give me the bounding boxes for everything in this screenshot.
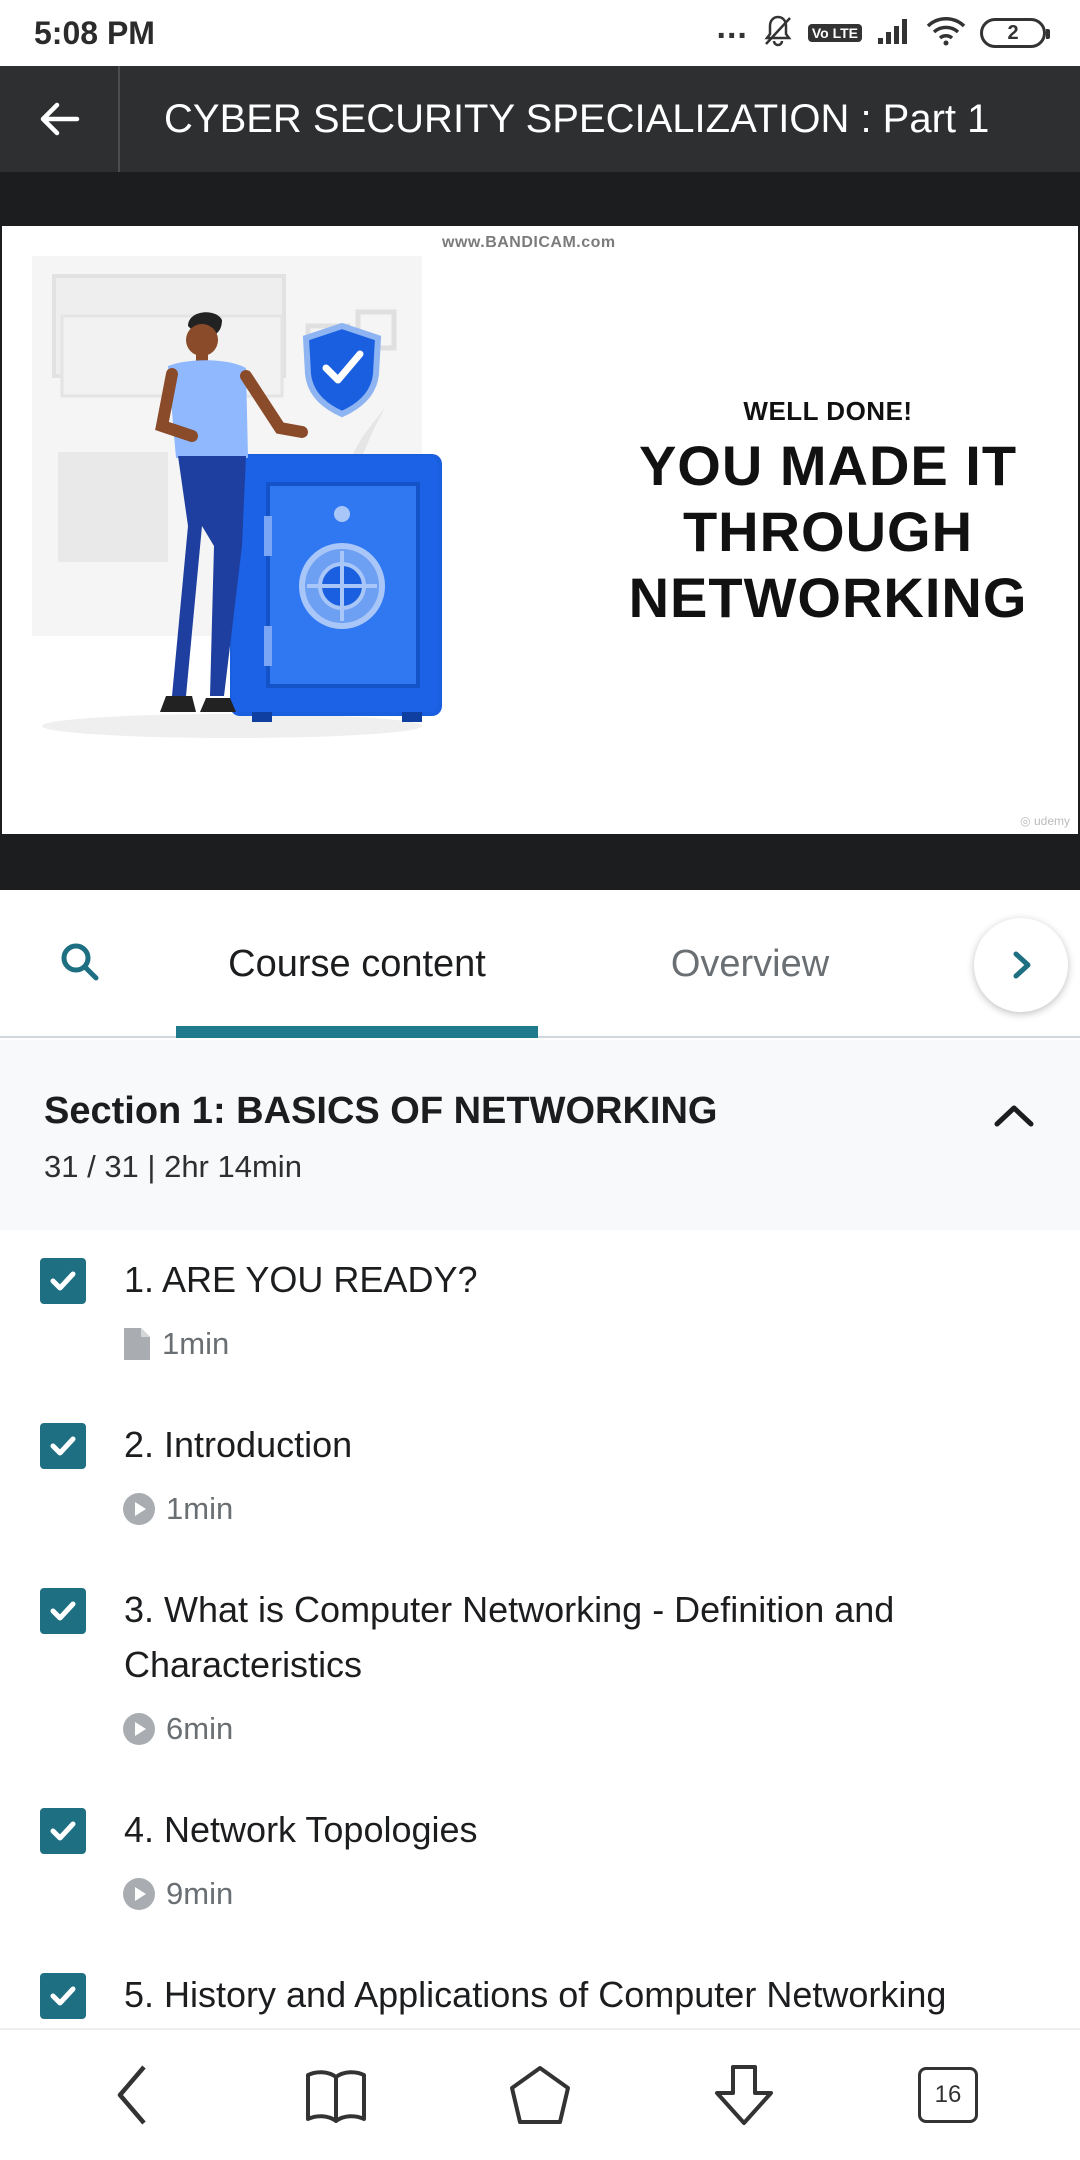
nav-download-button[interactable] (689, 2040, 799, 2150)
arrow-left-icon (40, 102, 80, 136)
slide-headline-line-3: NETWORKING (628, 566, 1028, 629)
lesson-item[interactable]: 2. Introduction 1min (0, 1395, 1080, 1560)
lesson-duration: 1min (166, 1491, 234, 1526)
tab-course-content[interactable]: Course content (176, 890, 538, 1038)
check-icon (50, 1986, 76, 2006)
search-button[interactable] (52, 934, 108, 990)
more-notifications-icon: ... (716, 8, 748, 46)
tabs-next-button[interactable] (974, 918, 1068, 1012)
volte-icon: Vo LTE (807, 24, 862, 42)
slide-text: WELL DONE! YOU MADE IT THROUGH NETWORKIN… (598, 396, 1058, 631)
lesson-title: 5. History and Applications of Computer … (124, 1974, 947, 2015)
status-bar: 5:08 PM ... Vo LTE 2 (0, 0, 1080, 66)
bell-off-icon (762, 14, 794, 53)
video-player[interactable]: www.BANDICAM.com WELL DONE! YOU MADE IT … (0, 172, 1080, 890)
wifi-icon (926, 16, 966, 51)
slide-headline-line-1: YOU MADE IT (638, 434, 1018, 497)
lesson-completed-checkbox[interactable] (40, 1973, 86, 2019)
lesson-item[interactable]: 1. ARE YOU READY? 1min (0, 1230, 1080, 1395)
status-time: 5:08 PM (34, 14, 155, 51)
chevron-left-icon (117, 2065, 146, 2125)
lesson-title: 4. Network Topologies (124, 1809, 478, 1850)
nav-back-button[interactable] (77, 2040, 187, 2150)
chevron-up-icon (994, 1105, 1034, 1127)
nav-bookmarks-button[interactable] (281, 2040, 391, 2150)
lesson-completed-checkbox[interactable] (40, 1808, 86, 1854)
lesson-title: 1. ARE YOU READY? (124, 1259, 478, 1300)
section-title: Section 1: BASICS OF NETWORKING (44, 1090, 718, 1132)
nav-tabs-button[interactable]: 16 (893, 2040, 1003, 2150)
check-icon (50, 1601, 76, 1621)
book-icon (306, 2070, 366, 2123)
play-icon (123, 1713, 155, 1745)
download-arrow-icon (715, 2065, 773, 2125)
lesson-item[interactable]: 5. History and Applications of Computer … (0, 1945, 1080, 2030)
lesson-completed-checkbox[interactable] (40, 1423, 86, 1469)
slide-kicker: WELL DONE! (743, 396, 913, 426)
lesson-meta: 9min (122, 1876, 233, 1912)
course-title: CYBER SECURITY SPECIALIZATION : Part 1 (164, 96, 990, 141)
lesson-title: 3. What is Computer Networking - Definit… (124, 1589, 895, 1685)
safe-illustration (32, 256, 442, 738)
lesson-meta: 1min (122, 1491, 233, 1527)
lesson-completed-checkbox[interactable] (40, 1258, 86, 1304)
slide-headline-line-2: THROUGH (682, 500, 974, 563)
chevron-right-icon (1013, 951, 1031, 979)
lesson-meta: 1min (122, 1326, 229, 1362)
lesson-duration: 1min (162, 1326, 230, 1361)
app-header: CYBER SECURITY SPECIALIZATION : Part 1 (0, 66, 1080, 172)
lesson-item[interactable]: 4. Network Topologies 9min (0, 1780, 1080, 1945)
play-icon (123, 1493, 155, 1525)
search-icon (61, 943, 99, 981)
signal-icon (876, 16, 912, 51)
play-icon (123, 1878, 155, 1910)
tab-overview[interactable]: Overview (620, 890, 880, 1038)
check-icon (50, 1271, 76, 1291)
status-icons: ... Vo LTE 2 (717, 10, 1050, 53)
back-button[interactable] (0, 66, 120, 172)
tabs-count: 16 (918, 2067, 978, 2123)
lesson-duration: 9min (166, 1876, 234, 1911)
battery-icon: 2 (980, 18, 1050, 48)
video-frame[interactable]: www.BANDICAM.com WELL DONE! YOU MADE IT … (2, 226, 1078, 834)
nav-home-button[interactable] (485, 2040, 595, 2150)
section-collapse-button[interactable] (990, 1092, 1038, 1140)
lesson-duration: 6min (166, 1711, 234, 1746)
lesson-meta: 6min (122, 1711, 233, 1747)
section-meta: 31 / 31 | 2hr 14min (44, 1149, 302, 1184)
home-icon (510, 2066, 570, 2124)
document-icon (124, 1328, 150, 1360)
lesson-completed-checkbox[interactable] (40, 1588, 86, 1634)
check-icon (50, 1821, 76, 1841)
udemy-logo: ◎ udemy (1020, 814, 1070, 828)
lesson-title: 2. Introduction (124, 1424, 353, 1465)
content-tabs: Course content Overview (0, 890, 1080, 1038)
check-icon (50, 1436, 76, 1456)
system-navigation-bar: 16 (0, 2028, 1080, 2160)
lesson-list: 1. ARE YOU READY? 1min 2. Introduction 1… (0, 1230, 1080, 2030)
lesson-item[interactable]: 3. What is Computer Networking - Definit… (0, 1560, 1080, 1780)
section-header[interactable]: Section 1: BASICS OF NETWORKING 31 / 31 … (0, 1040, 1080, 1230)
